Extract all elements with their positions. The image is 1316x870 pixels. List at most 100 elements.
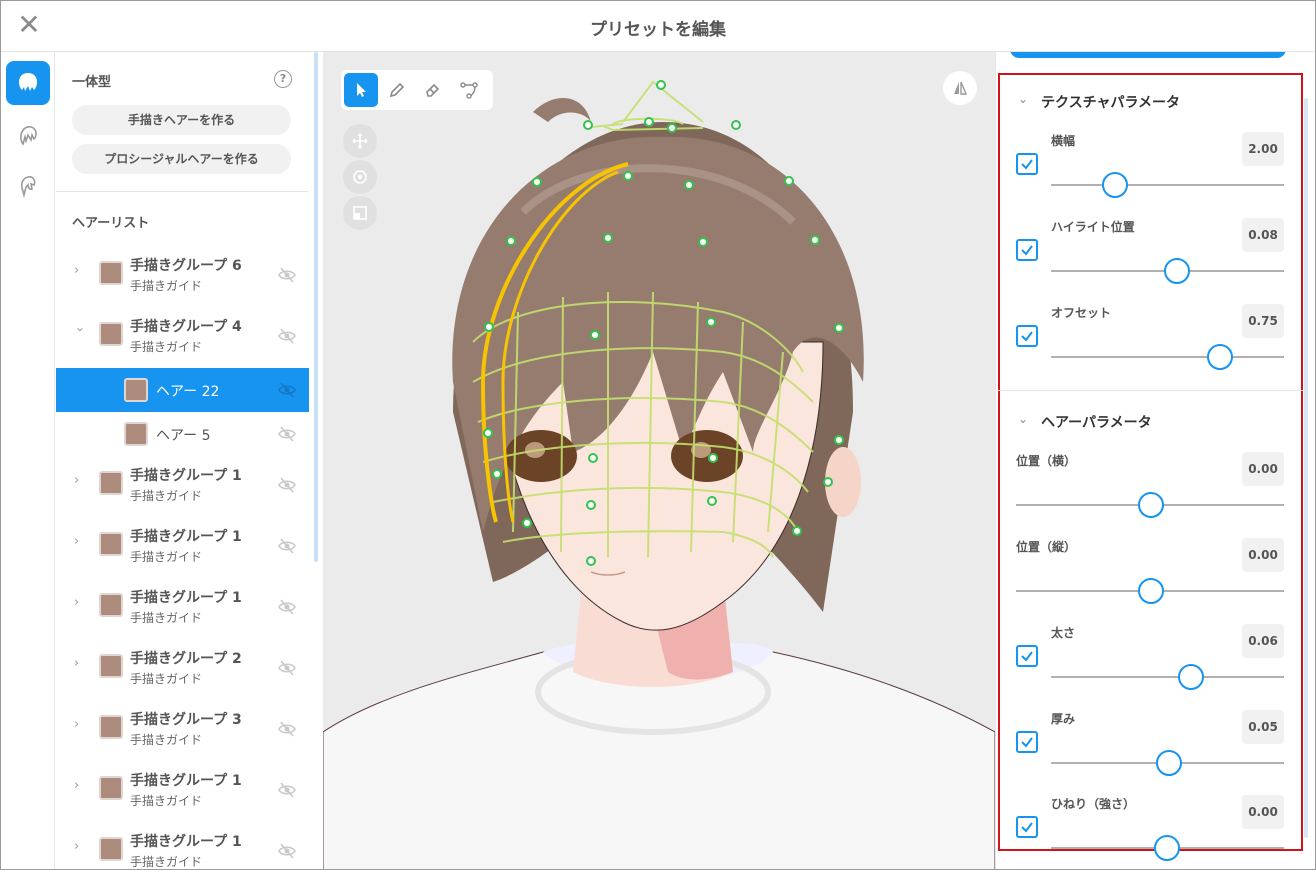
chevron-right-icon[interactable]: ›: [74, 596, 84, 609]
color-swatch: [99, 837, 123, 861]
side-hair-icon[interactable]: [6, 164, 50, 208]
param-slider-thumb[interactable]: [1138, 492, 1164, 518]
param-slider-thumb[interactable]: [1207, 344, 1233, 370]
curve-edit-icon[interactable]: [452, 73, 486, 107]
param-checkbox[interactable]: [1016, 153, 1038, 175]
create-procedural-hair-button[interactable]: プロシージャルヘアーを作る: [72, 144, 291, 174]
chevron-down-icon[interactable]: ⌄: [1018, 92, 1030, 106]
eye-hidden-icon[interactable]: [277, 475, 297, 495]
param-value[interactable]: 0.00: [1242, 795, 1284, 829]
item-subtitle: 手描きガイド: [130, 733, 203, 747]
list-item[interactable]: › 手描きグループ 1 手描きガイド: [56, 761, 309, 822]
param-checkbox[interactable]: [1016, 731, 1038, 753]
list-item[interactable]: › 手描きグループ 2 手描きガイド: [56, 639, 309, 700]
item-title: 手描きグループ 3: [130, 712, 242, 728]
properties-scrollbar[interactable]: [1304, 98, 1308, 838]
list-item[interactable]: › 手描きグループ 1 手描きガイド: [56, 456, 309, 517]
eraser-icon[interactable]: [416, 73, 450, 107]
help-icon[interactable]: ?: [274, 70, 292, 88]
type-label: 一体型: [72, 75, 112, 90]
param-value[interactable]: 0.06: [1242, 624, 1284, 658]
head-hair-icon[interactable]: [6, 114, 50, 158]
param-label: ハイライト位置: [1051, 220, 1135, 234]
check-icon: [1021, 159, 1033, 170]
list-item[interactable]: › 手描きグループ 1 手描きガイド: [56, 578, 309, 639]
eye-hidden-icon[interactable]: [277, 380, 297, 400]
item-subtitle: 手描きガイド: [130, 855, 203, 869]
item-title: 手描きグループ 4: [130, 319, 242, 335]
param-value[interactable]: 0.75: [1242, 304, 1284, 338]
3d-viewport[interactable]: [323, 52, 995, 870]
chevron-down-icon[interactable]: ›: [72, 327, 87, 337]
page-title: プリセットを編集: [590, 20, 726, 40]
param-value[interactable]: 0.08: [1242, 218, 1284, 252]
mirror-icon[interactable]: [943, 71, 977, 105]
scale-icon[interactable]: [343, 196, 377, 230]
select-arrow-icon[interactable]: [344, 73, 378, 107]
item-title: 手描きグループ 6: [130, 258, 242, 274]
param-slider-thumb[interactable]: [1164, 258, 1190, 284]
chevron-right-icon[interactable]: ›: [74, 779, 84, 792]
eye-hidden-icon[interactable]: [277, 536, 297, 556]
param-label: 厚み: [1051, 712, 1076, 726]
param-value[interactable]: 0.05: [1242, 710, 1284, 744]
check-icon: [1021, 651, 1033, 662]
param-checkbox[interactable]: [1016, 325, 1038, 347]
eye-hidden-icon[interactable]: [277, 658, 297, 678]
param-slider-thumb[interactable]: [1154, 835, 1180, 861]
chevron-right-icon[interactable]: ›: [74, 718, 84, 731]
item-subtitle: 手描きガイド: [130, 672, 203, 686]
create-hand-drawn-hair-button[interactable]: 手描きヘアーを作る: [72, 105, 291, 135]
rotate-icon[interactable]: [343, 160, 377, 194]
param-checkbox[interactable]: [1016, 239, 1038, 261]
apply-button[interactable]: [1010, 52, 1286, 58]
chevron-down-icon[interactable]: ⌄: [1018, 412, 1030, 426]
chevron-right-icon[interactable]: ›: [74, 264, 84, 277]
list-item-selected[interactable]: ヘアー 22: [56, 368, 309, 412]
move-icon[interactable]: [343, 124, 377, 158]
chevron-right-icon[interactable]: ›: [74, 840, 84, 853]
item-title: 手描きグループ 2: [130, 651, 242, 667]
list-item[interactable]: › 手描きグループ 4 手描きガイド: [56, 307, 309, 368]
eye-hidden-icon[interactable]: [277, 719, 297, 739]
param-slider-track[interactable]: [1051, 184, 1284, 186]
list-scrollbar[interactable]: [314, 52, 318, 562]
chevron-right-icon[interactable]: ›: [74, 535, 84, 548]
chevron-right-icon[interactable]: ›: [74, 474, 84, 487]
param-slider-thumb[interactable]: [1102, 172, 1128, 198]
hair-preset-icon[interactable]: [6, 61, 50, 105]
list-item[interactable]: › 手描きグループ 3 手描きガイド: [56, 700, 309, 761]
header: ✕ プリセットを編集: [1, 1, 1315, 52]
param-slider-thumb[interactable]: [1156, 750, 1182, 776]
param-checkbox[interactable]: [1016, 816, 1038, 838]
param-slider-track[interactable]: [1051, 676, 1284, 678]
pen-icon[interactable]: [380, 73, 414, 107]
list-item[interactable]: › 手描きグループ 6 手描きガイド: [56, 246, 309, 307]
check-icon: [1021, 245, 1033, 256]
item-title: 手描きグループ 1: [130, 834, 242, 850]
app-window: ✕ プリセットを編集 一体型 ? 手描きヘアーを作る プロシージャルヘアーを作る…: [0, 0, 1316, 870]
item-subtitle: 手描きガイド: [130, 550, 203, 564]
param-slider-track[interactable]: [1051, 356, 1284, 358]
eye-hidden-icon[interactable]: [277, 841, 297, 861]
item-title: 手描きグループ 1: [130, 468, 242, 484]
eye-hidden-icon[interactable]: [277, 424, 297, 444]
color-swatch: [99, 715, 123, 739]
chevron-right-icon[interactable]: ›: [74, 657, 84, 670]
eye-hidden-icon[interactable]: [277, 265, 297, 285]
param-checkbox[interactable]: [1016, 645, 1038, 667]
list-item[interactable]: › 手描きグループ 1 手描きガイド: [56, 822, 309, 869]
param-value[interactable]: 0.00: [1242, 538, 1284, 572]
eye-hidden-icon[interactable]: [277, 597, 297, 617]
eye-hidden-icon[interactable]: [277, 326, 297, 346]
character-preview[interactable]: [323, 52, 995, 870]
param-slider-thumb[interactable]: [1138, 578, 1164, 604]
param-value[interactable]: 2.00: [1242, 132, 1284, 166]
param-slider-thumb[interactable]: [1178, 664, 1204, 690]
list-item[interactable]: ヘアー 5: [56, 412, 309, 456]
param-value[interactable]: 0.00: [1242, 452, 1284, 486]
list-item[interactable]: › 手描きグループ 1 手描きガイド: [56, 517, 309, 578]
texture-section-title: テクスチャパラメータ: [1041, 95, 1181, 111]
eye-hidden-icon[interactable]: [277, 780, 297, 800]
item-subtitle: 手描きガイド: [130, 279, 203, 293]
